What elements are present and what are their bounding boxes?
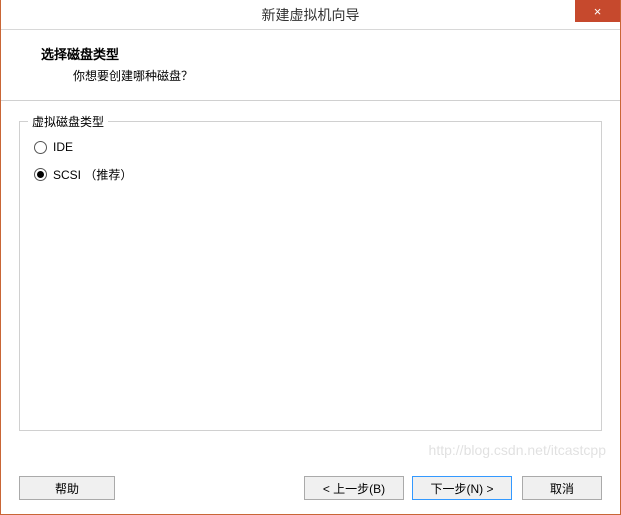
radio-icon [34, 168, 47, 181]
header-section: 选择磁盘类型 你想要创建哪种磁盘？ [1, 30, 620, 101]
radio-option-scsi[interactable]: SCSI （推荐） [34, 166, 587, 183]
radio-group: IDE SCSI （推荐） [34, 140, 587, 183]
radio-label: IDE [53, 140, 73, 154]
titlebar: 新建虚拟机向导 × [1, 0, 620, 30]
content-area: 虚拟磁盘类型 IDE SCSI （推荐） [1, 101, 620, 466]
page-title: 选择磁盘类型 [41, 44, 600, 63]
page-subtitle: 你想要创建哪种磁盘？ [73, 67, 600, 84]
window-title: 新建虚拟机向导 [262, 5, 360, 25]
wizard-window: 新建虚拟机向导 × 选择磁盘类型 你想要创建哪种磁盘？ 虚拟磁盘类型 IDE S… [0, 0, 621, 515]
disk-type-fieldset: 虚拟磁盘类型 IDE SCSI （推荐） [19, 121, 602, 431]
radio-label: SCSI （推荐） [53, 166, 132, 183]
next-button[interactable]: 下一步(N) > [412, 476, 512, 500]
fieldset-legend: 虚拟磁盘类型 [28, 113, 108, 130]
close-icon: × [594, 4, 602, 19]
radio-option-ide[interactable]: IDE [34, 140, 587, 154]
close-button[interactable]: × [575, 0, 620, 22]
radio-icon [34, 141, 47, 154]
button-bar: 帮助 < 上一步(B) 下一步(N) > 取消 [1, 466, 620, 514]
help-button[interactable]: 帮助 [19, 476, 115, 500]
cancel-button[interactable]: 取消 [522, 476, 602, 500]
back-button[interactable]: < 上一步(B) [304, 476, 404, 500]
